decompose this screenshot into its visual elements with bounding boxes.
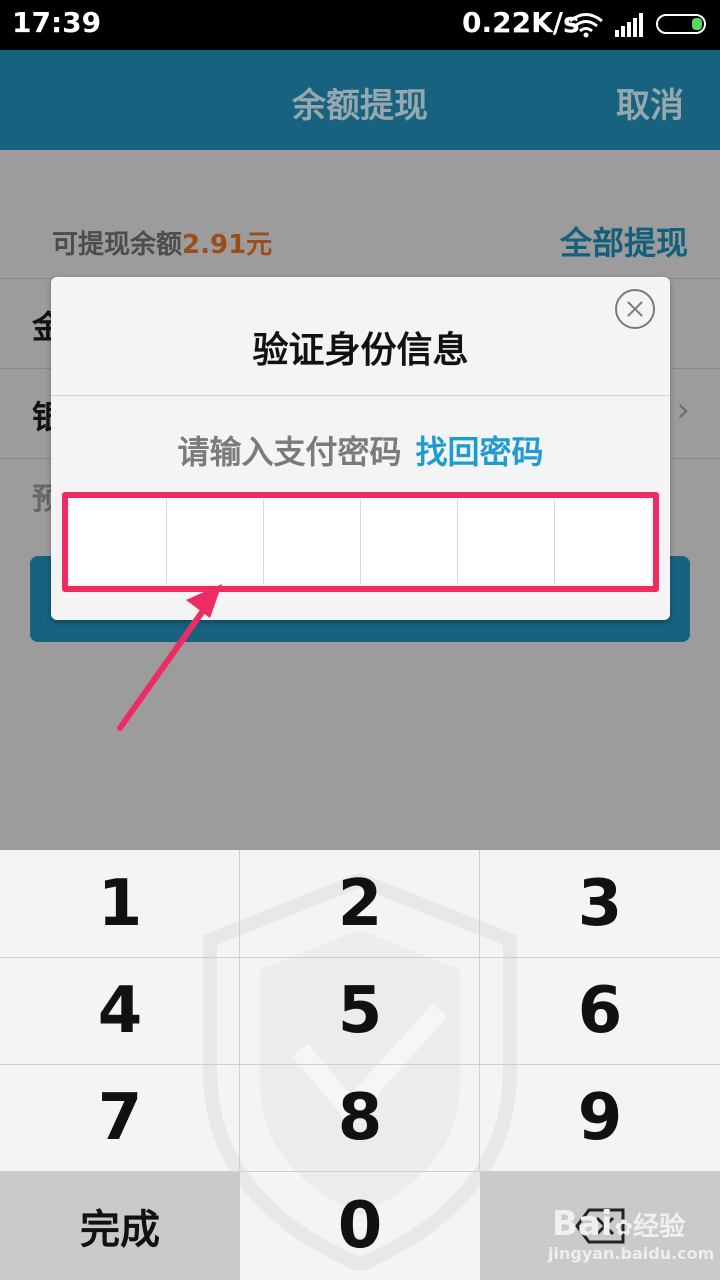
annotation-arrow-icon <box>117 584 222 731</box>
divider <box>479 850 480 1170</box>
watermark-url: jingyan.baidu.com <box>548 1244 715 1263</box>
key-1[interactable]: 1 <box>0 850 240 957</box>
key-8[interactable]: 8 <box>240 1064 480 1171</box>
key-2[interactable]: 2 <box>240 850 480 957</box>
key-9[interactable]: 9 <box>480 1064 720 1171</box>
key-0[interactable]: 0 <box>240 1171 480 1280</box>
divider <box>0 957 720 958</box>
divider <box>0 1064 720 1065</box>
paw-icon: ✿ <box>614 1216 633 1241</box>
key-6[interactable]: 6 <box>480 957 720 1064</box>
key-7[interactable]: 7 <box>0 1064 240 1171</box>
divider <box>239 850 240 1170</box>
key-4[interactable]: 4 <box>0 957 240 1064</box>
key-5[interactable]: 5 <box>240 957 480 1064</box>
done-button[interactable]: 完成 <box>0 1171 240 1280</box>
divider <box>0 1171 720 1172</box>
watermark-logo: Bai✿经验 <box>552 1204 685 1244</box>
key-3[interactable]: 3 <box>480 850 720 957</box>
